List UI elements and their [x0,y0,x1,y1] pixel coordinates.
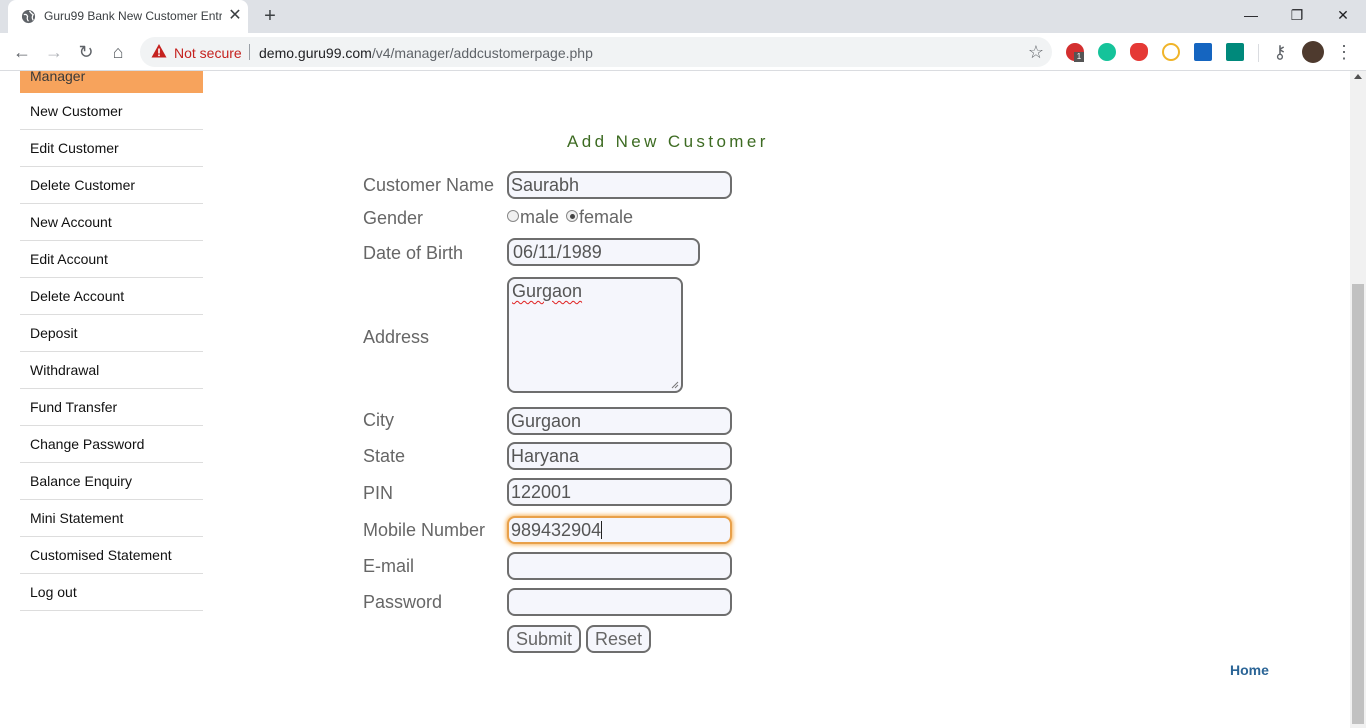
warning-icon [151,44,167,58]
gender-male-label[interactable]: male [520,207,559,227]
sidebar-item-delete-account[interactable]: Delete Account [20,278,203,315]
pin-label: PIN [363,483,394,503]
state-input[interactable]: Haryana [507,442,732,470]
sidebar-item-edit-customer[interactable]: Edit Customer [20,130,203,167]
omnibox-divider [249,44,250,60]
password-label: Password [363,592,443,612]
scrollbar-thumb[interactable] [1352,284,1364,724]
profile-avatar[interactable] [1302,41,1324,63]
sidebar-item-new-account[interactable]: New Account [20,204,203,241]
pin-input[interactable]: 122001 [507,478,732,506]
browser-menu-icon[interactable]: ⋮ [1332,40,1356,64]
forward-button[interactable]: → [42,40,66,64]
address-bar[interactable]: Not secure demo.guru99.com/v4/manager/ad… [140,37,1052,67]
sidebar-item-balance-enquiry[interactable]: Balance Enquiry [20,463,203,500]
sidebar-item-edit-account[interactable]: Edit Account [20,241,203,278]
date-of-birth-input[interactable]: 06/11/1989 [507,238,700,266]
submit-button[interactable]: Submit [507,625,581,653]
sidebar-header[interactable]: Manager [20,71,203,93]
city-label: City [363,410,394,430]
security-label[interactable]: Not secure [174,45,242,61]
bookmark-star-icon[interactable]: ☆ [1028,42,1044,62]
sidebar-item-fund-transfer[interactable]: Fund Transfer [20,389,203,426]
close-tab-icon[interactable]: ✕ [226,7,244,25]
adblock-extension-icon[interactable]: 1 [1066,43,1084,62]
key-icon[interactable]: ⚷ [1268,40,1292,64]
gender-male-radio[interactable] [507,210,519,222]
gauge-extension-icon[interactable] [1162,43,1180,61]
sidebar-item-delete-customer[interactable]: Delete Customer [20,167,203,204]
mobile-number-input[interactable]: 989432904 [507,516,732,544]
tab-title: Guru99 Bank New Customer Entry Page [44,9,222,23]
mobile-number-value: 989432904 [511,520,602,540]
restore-button[interactable]: ❐ [1274,0,1320,30]
sidebar-item-mini-statement[interactable]: Mini Statement [20,500,203,537]
url-host: demo.guru99.com [259,45,372,61]
resize-handle-icon[interactable] [671,381,679,389]
reset-button[interactable]: Reset [586,625,651,653]
grammarly-extension-icon[interactable] [1098,43,1116,61]
customer-name-label: Customer Name [363,175,495,195]
url-text[interactable]: demo.guru99.com/v4/manager/addcustomerpa… [259,45,593,61]
globe-icon [21,9,36,24]
city-input[interactable]: Gurgaon [507,407,732,435]
gender-radio-group: male female [507,207,633,228]
new-tab-button[interactable]: + [258,5,282,29]
sidebar-item-new-customer[interactable]: New Customer [20,93,203,130]
url-path: /v4/manager/addcustomerpage.php [371,45,593,61]
gender-label: Gender [363,208,424,228]
password-input[interactable] [507,588,732,616]
customer-name-input[interactable]: Saurabh [507,171,732,199]
tab-strip: Guru99 Bank New Customer Entry Page ✕ + … [0,0,1366,33]
gender-female-label[interactable]: female [579,207,633,227]
browser-toolbar: ← → ↻ ⌂ Not secure demo.guru99.com/v4/ma… [0,33,1366,71]
vertical-scrollbar[interactable] [1350,71,1366,728]
bookmark-extension-icon[interactable] [1194,43,1212,61]
state-label: State [363,446,406,466]
extension-badge: 1 [1074,52,1084,62]
home-link[interactable]: Home [1230,662,1269,678]
reload-button[interactable]: ↻ [74,40,98,64]
sidebar-item-withdrawal[interactable]: Withdrawal [20,352,203,389]
page-content: Manager New Customer Edit Customer Delet… [0,71,1350,728]
address-label: Address [363,327,430,347]
minimize-button[interactable]: — [1228,0,1274,30]
mobile-number-label: Mobile Number [363,520,486,540]
page-title: Add New Customer [567,132,769,151]
close-window-button[interactable]: ✕ [1320,0,1366,30]
sidebar-item-deposit[interactable]: Deposit [20,315,203,352]
address-value: Gurgaon [512,281,583,301]
gender-female-radio[interactable] [566,210,579,222]
stop-hand-extension-icon[interactable] [1130,43,1148,61]
sidebar-item-change-password[interactable]: Change Password [20,426,203,463]
email-input[interactable] [507,552,732,580]
date-of-birth-label: Date of Birth [363,243,464,263]
email-label: E-mail [363,556,415,576]
text-caret [601,521,603,539]
browser-tab[interactable]: Guru99 Bank New Customer Entry Page ✕ [8,0,248,33]
squares-extension-icon[interactable] [1226,43,1244,61]
sidebar-menu: Manager New Customer Edit Customer Delet… [20,71,203,611]
sidebar-item-customised-statement[interactable]: Customised Statement [20,537,203,574]
sidebar-item-log-out[interactable]: Log out [20,574,203,611]
toolbar-divider [1258,44,1259,62]
home-button[interactable]: ⌂ [106,40,130,64]
scroll-up-arrow-icon[interactable] [1354,74,1362,79]
address-textarea[interactable]: Gurgaon [507,277,683,393]
back-button[interactable]: ← [10,40,34,64]
